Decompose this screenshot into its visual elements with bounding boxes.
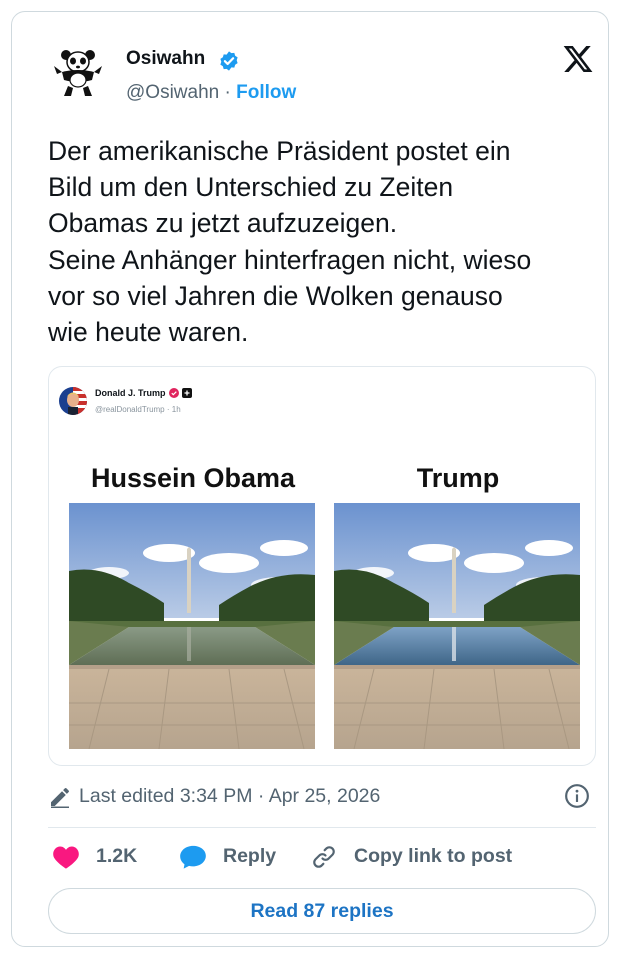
follow-link[interactable]: Follow [236,82,296,103]
reply-button[interactable]: Reply [179,841,289,873]
reply-bubble-icon [180,845,206,869]
quoted-verified-badge-icon [169,388,179,398]
quoted-author-name: Donald J. Trump [95,388,166,398]
like-count: 1.2K [96,845,138,867]
author-display-name[interactable]: Osiwahn [126,48,205,70]
info-icon[interactable] [564,783,590,809]
edited-row: Last edited 3:34 PM · Apr 25, 2026 [48,782,596,812]
quoted-handle: @realDonaldTrump · 1h [95,405,181,414]
copy-link-button[interactable]: Copy link to post [310,841,540,873]
embedded-image[interactable]: Donald J. Trump @realDonaldTrump · 1h Hu… [48,366,596,766]
trump-avatar-icon [59,387,87,415]
pencil-icon [51,787,69,808]
verified-badge-icon [220,51,238,71]
author-handle-row: @Osiwahn · Follow [126,82,296,104]
left-image-title: Hussein Obama [90,463,296,493]
link-icon [313,846,335,868]
left-monument-photo [69,503,315,749]
handle-separator: · [224,82,231,103]
right-monument-photo [334,503,580,749]
author-avatar[interactable] [52,46,104,98]
copy-link-label: Copy link to post [354,845,513,867]
reply-label: Reply [223,845,277,867]
read-replies-button[interactable]: Read 87 replies [48,888,596,934]
tweet-text: Der amerikanische Präsident postet ein B… [48,136,532,348]
like-button[interactable]: 1.2K [52,841,162,873]
quoted-avatar [59,387,87,415]
divider [48,827,596,828]
panda-avatar-icon [52,46,104,98]
x-logo-icon[interactable] [561,43,595,75]
tweet-card: Osiwahn @Osiwahn · Follow Der amerikanis… [11,11,609,947]
edited-timestamp[interactable]: Last edited 3:34 PM · Apr 25, 2026 [79,785,380,808]
author-handle[interactable]: @Osiwahn [126,82,219,103]
heart-icon [53,846,79,869]
right-image-title: Trump [416,463,500,493]
quoted-affiliation-badge-icon [182,388,192,398]
